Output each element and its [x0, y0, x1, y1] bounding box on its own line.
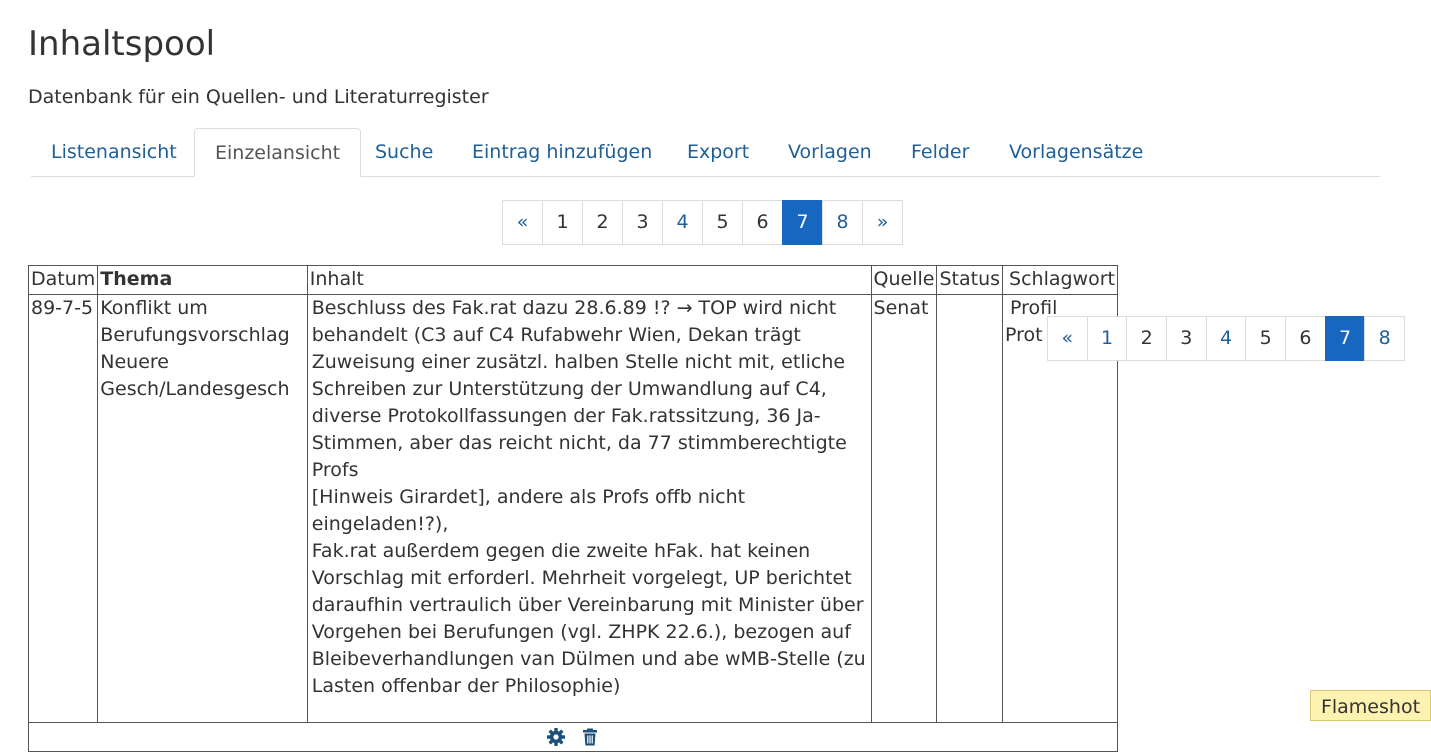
inhalt-line: Vorgehen bei Berufungen (vgl. ZHPK 22.6.…: [311, 621, 851, 643]
page-link-7-current[interactable]: 7: [782, 200, 823, 245]
page-subtitle: Datenbank für ein Quellen- und Literatur…: [28, 86, 489, 108]
inhalt-line: Lasten offenbar der Philosophie): [311, 675, 621, 697]
page-link-4[interactable]: 4: [662, 200, 703, 245]
thema-line: Gesch/Landesgesch: [100, 378, 290, 400]
overlay-page-link-4[interactable]: 4: [1205, 316, 1247, 361]
page-link-8[interactable]: 8: [822, 200, 863, 245]
overlay-page-link-7-current[interactable]: 7: [1324, 316, 1366, 361]
table-row: 89-7-5 Konflikt um Berufungsvorschlag Ne…: [27, 294, 1118, 723]
inhalt-line: Zuweisung einer zusätzl. halben Stelle n…: [311, 351, 846, 373]
header-quelle: Quelle: [870, 265, 938, 295]
tab-vorlagen[interactable]: Vorlagen: [768, 128, 892, 176]
header-thema[interactable]: Thema: [97, 265, 308, 295]
page-link-6[interactable]: 6: [742, 200, 783, 245]
inhalt-line: Bleibeverhandlungen van Dülmen und abe w…: [311, 648, 866, 670]
inhalt-line: [Hinweis Girardet], andere als Profs off…: [311, 486, 746, 535]
gear-icon[interactable]: [546, 727, 566, 747]
overlay-pagination: « 1 2 3 4 5 6 7 8: [1047, 316, 1405, 361]
thema-line: Berufungsvorschlag: [100, 324, 290, 346]
inhalt-line: Beschluss des Fak.rat dazu 28.6.89 !? → …: [311, 297, 837, 319]
inhalt-line: diverse Protokollfassungen der Fak.ratss…: [311, 405, 821, 427]
cell-quelle: Senat: [870, 294, 938, 723]
cell-datum: 89-7-5: [27, 294, 99, 723]
inhalt-line: Fak.rat außerdem gegen die zweite hFak. …: [311, 540, 811, 562]
overlay-page-link-2[interactable]: 2: [1126, 316, 1168, 361]
inhalt-line: Stimmen, aber das reicht nicht, da 77 st…: [311, 432, 847, 481]
pagination: « 1 2 3 4 5 6 7 8 »: [502, 200, 903, 245]
actions-row: [28, 722, 1118, 752]
header-status: Status: [936, 265, 1004, 295]
overlay-page-link-8[interactable]: 8: [1364, 316, 1405, 361]
thema-line: Neuere: [100, 351, 169, 373]
pagination-next[interactable]: »: [862, 200, 903, 245]
inhalt-line: Vorschlag mit erforderl. Mehrheit vorgel…: [311, 567, 852, 589]
tab-felder[interactable]: Felder: [891, 128, 989, 176]
inhalt-line: behandelt (C3 auf C4 Rufabwehr Wien, Dek…: [311, 324, 801, 346]
overlay-page-link-1[interactable]: 1: [1086, 316, 1128, 361]
tab-export[interactable]: Export: [667, 128, 769, 176]
cell-status: [936, 294, 1004, 723]
page-link-5[interactable]: 5: [702, 200, 743, 245]
page-title: Inhaltspool: [28, 24, 216, 64]
page-link-3[interactable]: 3: [622, 200, 663, 245]
cell-thema: Konflikt um Berufungsvorschlag Neuere Ge…: [97, 294, 308, 723]
tab-suche[interactable]: Suche: [355, 128, 453, 176]
cell-actions: [28, 722, 1118, 752]
page-link-2[interactable]: 2: [582, 200, 623, 245]
inhalt-line: Schreiben zur Unterstützung der Umwandlu…: [311, 378, 827, 400]
cell-inhalt: Beschluss des Fak.rat dazu 28.6.89 !? → …: [306, 294, 872, 723]
tab-einzelansicht[interactable]: Einzelansicht: [194, 128, 362, 177]
page-link-1[interactable]: 1: [542, 200, 583, 245]
flameshot-tray-label[interactable]: Flameshot: [1310, 690, 1431, 721]
tab-bar: Listenansicht Einzelansicht Suche Eintra…: [31, 128, 1380, 177]
trash-icon[interactable]: [580, 727, 600, 747]
tab-listenansicht[interactable]: Listenansicht: [31, 128, 197, 176]
pagination-prev[interactable]: «: [502, 200, 543, 245]
header-schlagwort: Schlagwort: [1002, 265, 1118, 295]
entries-table: Datum Thema Inhalt Quelle Status Schlagw…: [27, 265, 1118, 752]
overlay-page-link-5[interactable]: 5: [1245, 316, 1287, 361]
thema-line: Konflikt um: [100, 297, 208, 319]
header-inhalt: Inhalt: [306, 265, 872, 295]
overlay-page-link-6[interactable]: 6: [1285, 316, 1326, 361]
tab-vorlagensaetze[interactable]: Vorlagensätze: [989, 128, 1163, 176]
table-header-row: Datum Thema Inhalt Quelle Status Schlagw…: [27, 265, 1118, 295]
tab-eintrag-hinzufuegen[interactable]: Eintrag hinzufügen: [452, 128, 672, 176]
overlay-page-link-3[interactable]: 3: [1166, 316, 1207, 361]
overlay-pagination-prev[interactable]: «: [1047, 316, 1088, 361]
header-datum: Datum: [27, 265, 99, 295]
inhalt-line: daraufhin vertraulich über Vereinbarung …: [311, 594, 864, 616]
